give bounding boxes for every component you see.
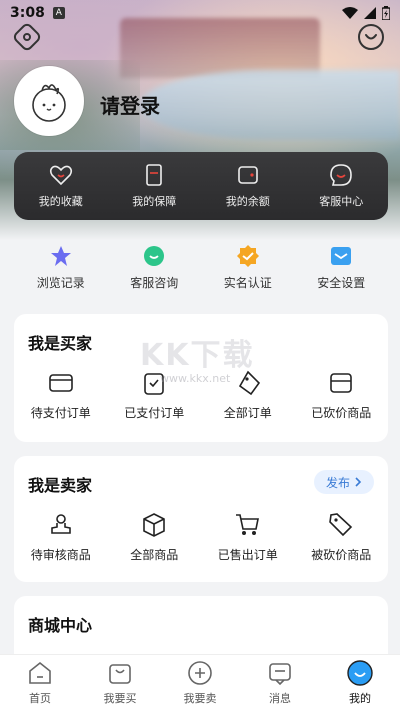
paid-orders-label: 已支付订单 bbox=[124, 406, 185, 420]
seller-title: 我是卖家 bbox=[28, 476, 93, 495]
service-center-label: 客服中心 bbox=[319, 195, 364, 208]
seller-panel: 我是卖家 发布 待审核商品 全部商品 已售出订单 被砍价商品 bbox=[14, 456, 388, 582]
signal-icon bbox=[364, 7, 376, 19]
message-box-icon bbox=[269, 662, 291, 685]
stamp-icon bbox=[50, 514, 71, 534]
nav-mine-label: 我的 bbox=[349, 691, 371, 705]
history-label: 浏览记录 bbox=[36, 276, 85, 290]
seller-row: 待审核商品 全部商品 已售出订单 被砍价商品 bbox=[14, 512, 388, 563]
unpaid-orders-label: 待支付订单 bbox=[30, 406, 91, 420]
nav-messages-label: 消息 bbox=[269, 691, 291, 705]
scenery-river bbox=[140, 70, 400, 140]
bargained-on-goods-button[interactable]: 被砍价商品 bbox=[295, 512, 389, 563]
battery-icon bbox=[382, 6, 390, 20]
envelope-icon bbox=[329, 244, 353, 268]
message-icon[interactable] bbox=[358, 24, 384, 50]
protection-label: 我的保障 bbox=[132, 195, 177, 208]
account-card: 我的收藏 我的保障 我的余额 客服中心 bbox=[14, 152, 388, 220]
watermark-url: www.kkx.net bbox=[160, 372, 231, 385]
bargained-goods-label: 已砍价商品 bbox=[311, 406, 372, 420]
nav-mine[interactable]: 我的 bbox=[320, 655, 400, 710]
publish-button[interactable]: 发布 bbox=[314, 470, 374, 494]
star-icon bbox=[49, 244, 73, 268]
nav-sell-label: 我要卖 bbox=[183, 691, 217, 705]
bargained-goods-button[interactable]: 已砍价商品 bbox=[295, 370, 389, 421]
wallet-icon bbox=[237, 166, 258, 184]
all-orders-label: 全部订单 bbox=[223, 406, 272, 420]
wallet-card-icon bbox=[330, 373, 353, 393]
nav-home-label: 首页 bbox=[29, 691, 51, 705]
buyer-title: 我是买家 bbox=[28, 334, 93, 353]
nav-sell[interactable]: 我要卖 bbox=[160, 655, 240, 710]
box-icon bbox=[143, 513, 166, 537]
message-icon-smile bbox=[365, 34, 377, 40]
favorites-label: 我的收藏 bbox=[38, 195, 83, 208]
consult-label: 客服咨询 bbox=[130, 276, 179, 290]
shopping-bag-icon bbox=[109, 663, 131, 684]
status-right bbox=[342, 6, 390, 20]
security-button[interactable]: 安全设置 bbox=[295, 244, 389, 296]
price-tag-icon bbox=[329, 513, 353, 537]
heart-icon bbox=[49, 165, 72, 186]
avatar[interactable] bbox=[14, 66, 84, 136]
mall-title: 商城中心 bbox=[28, 616, 93, 635]
verified-badge-icon bbox=[236, 244, 260, 268]
sold-orders-label: 已售出订单 bbox=[217, 548, 278, 562]
bargained-on-goods-label: 被砍价商品 bbox=[311, 548, 372, 562]
security-label: 安全设置 bbox=[317, 276, 366, 290]
nav-buy[interactable]: 我要买 bbox=[80, 655, 160, 710]
publish-label: 发布 bbox=[325, 475, 350, 490]
quick-actions: 浏览记录 客服咨询 实名认证 安全设置 bbox=[14, 244, 388, 296]
nav-messages[interactable]: 消息 bbox=[240, 655, 320, 710]
plus-circle-icon bbox=[188, 660, 212, 685]
balance-button[interactable]: 我的余额 bbox=[201, 152, 295, 220]
login-link[interactable]: 请登录 bbox=[100, 90, 160, 119]
status-time: 3:08 bbox=[10, 5, 45, 21]
unpaid-orders-button[interactable]: 待支付订单 bbox=[14, 370, 108, 421]
service-center-button[interactable]: 客服中心 bbox=[295, 152, 389, 220]
pending-review-label: 待审核商品 bbox=[30, 548, 91, 562]
nav-buy-label: 我要买 bbox=[103, 691, 137, 705]
verify-button[interactable]: 实名认证 bbox=[201, 244, 295, 296]
chevron-right-icon bbox=[355, 477, 362, 487]
profile-active-icon bbox=[347, 659, 373, 686]
balance-label: 我的余额 bbox=[225, 195, 270, 208]
history-button[interactable]: 浏览记录 bbox=[14, 244, 108, 296]
scenery-castle bbox=[120, 18, 320, 78]
consult-button[interactable]: 客服咨询 bbox=[108, 244, 202, 296]
document-shield-icon bbox=[146, 164, 163, 186]
settings-icon-center bbox=[23, 33, 31, 41]
favorites-button[interactable]: 我的收藏 bbox=[14, 152, 108, 220]
protection-button[interactable]: 我的保障 bbox=[108, 152, 202, 220]
all-goods-label: 全部商品 bbox=[130, 548, 179, 562]
cart-icon bbox=[235, 514, 259, 535]
wifi-icon bbox=[342, 7, 358, 19]
pending-review-button[interactable]: 待审核商品 bbox=[14, 512, 108, 563]
status-bar: 3:08 A bbox=[0, 0, 400, 26]
watermark-text: KK下载 bbox=[140, 338, 255, 373]
bottom-nav: 首页 我要买 我要卖 消息 我的 bbox=[0, 654, 400, 710]
sold-orders-button[interactable]: 已售出订单 bbox=[201, 512, 295, 563]
verify-label: 实名认证 bbox=[223, 276, 272, 290]
chat-bubble-icon bbox=[330, 164, 353, 186]
nav-home[interactable]: 首页 bbox=[0, 655, 80, 710]
service-chat-icon bbox=[142, 244, 166, 268]
all-goods-button[interactable]: 全部商品 bbox=[108, 512, 202, 563]
card-icon bbox=[48, 374, 73, 392]
avatar-mascot-icon bbox=[32, 84, 66, 122]
home-icon bbox=[29, 661, 51, 684]
status-notification-badge: A bbox=[52, 7, 65, 19]
